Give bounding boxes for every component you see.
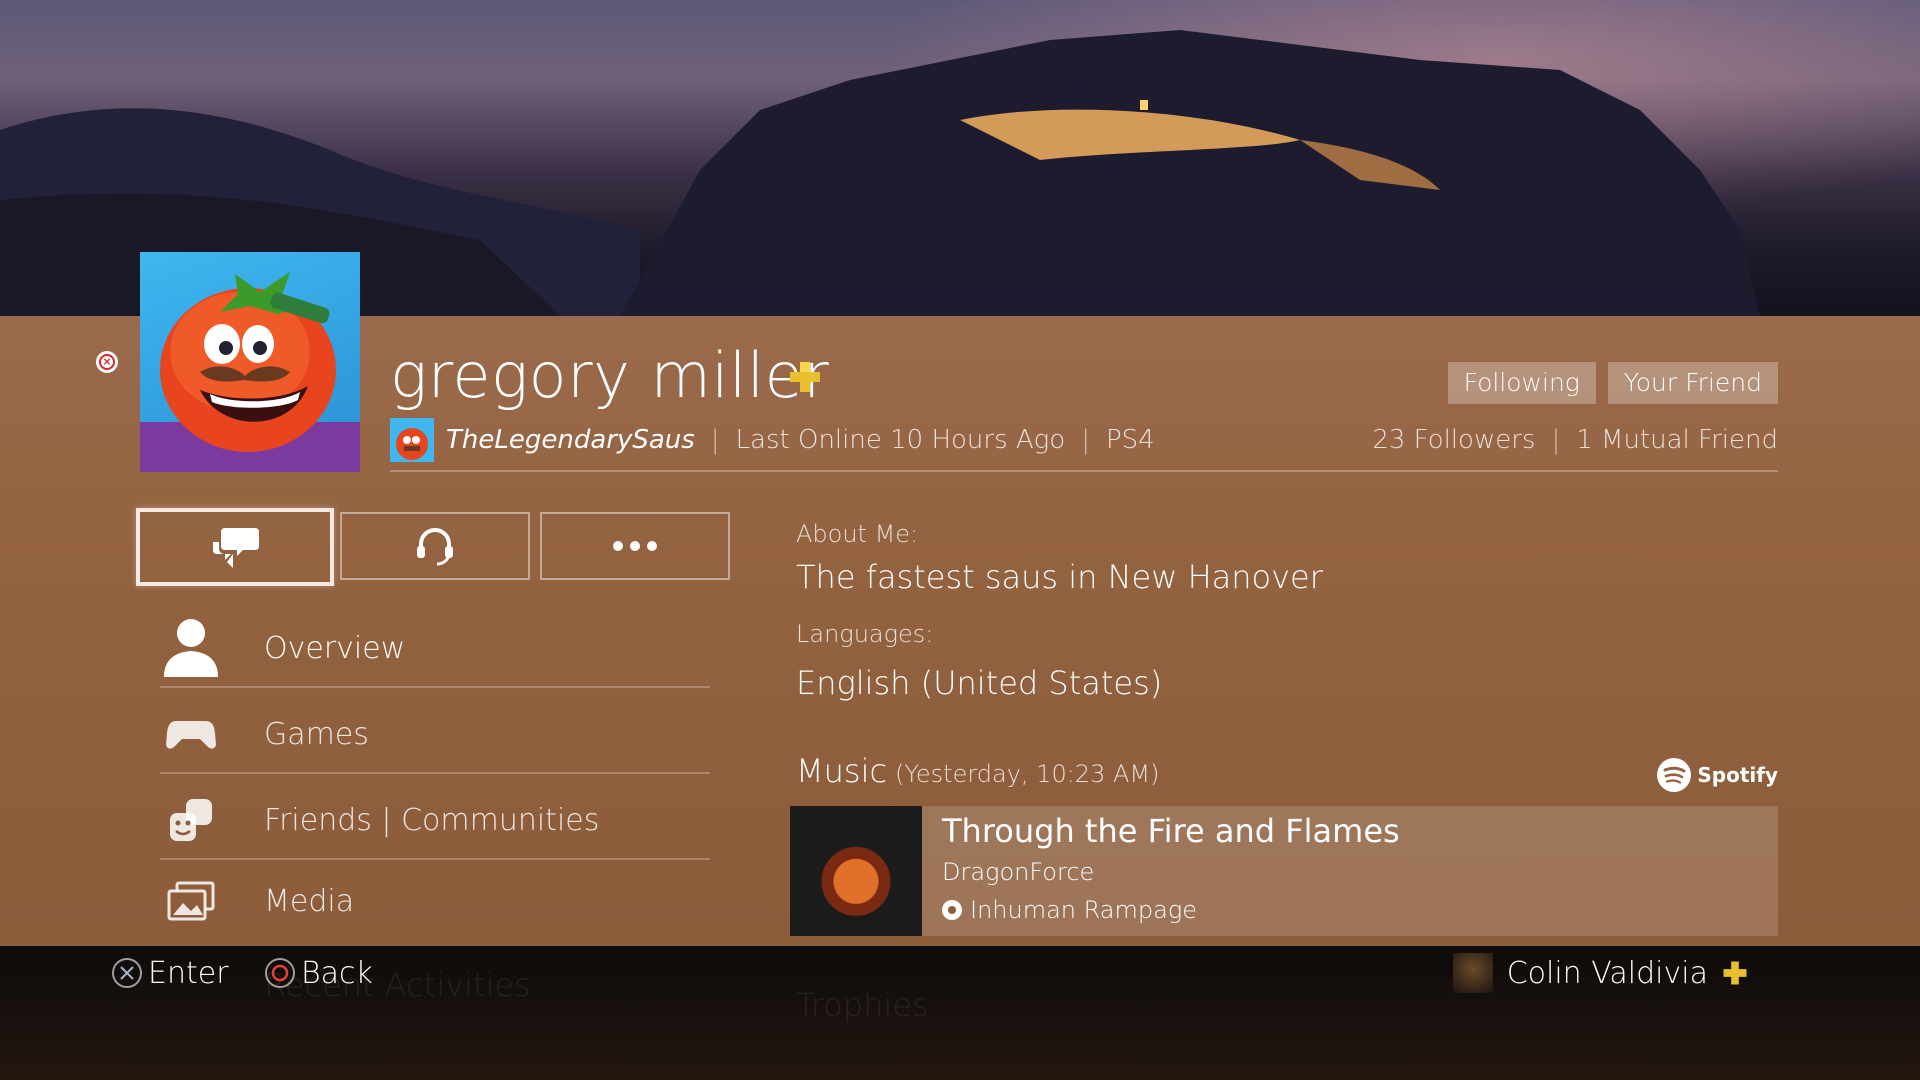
platform-text: PS4 bbox=[1105, 425, 1155, 455]
last-online-text: Last Online 10 Hours Ago bbox=[735, 425, 1066, 455]
user-avatar bbox=[1452, 953, 1493, 993]
header-divider bbox=[390, 470, 1778, 472]
languages-value: English (United States) bbox=[796, 664, 1163, 702]
album-icon bbox=[942, 900, 962, 920]
album-name: Inhuman Rampage bbox=[970, 896, 1197, 924]
about-me-label: About Me: bbox=[796, 520, 919, 548]
about-me-text: The fastest saus in New Hanover bbox=[796, 558, 1323, 596]
separator: | bbox=[1081, 425, 1090, 455]
profile-name: gregory miller bbox=[390, 339, 830, 412]
album-art bbox=[790, 806, 922, 936]
menu-divider bbox=[160, 686, 710, 688]
menu-item-label: Games bbox=[264, 716, 369, 752]
menu-item-media[interactable]: Media bbox=[160, 858, 710, 944]
music-track-card[interactable]: Through the Fire and Flames DragonForce … bbox=[790, 806, 1778, 936]
menu-item-friends-communities[interactable]: Friends | Communities bbox=[160, 777, 710, 863]
signed-in-user: Colin Valdivia bbox=[1452, 952, 1748, 994]
menu-divider bbox=[160, 772, 710, 774]
circle-button-icon bbox=[265, 958, 295, 988]
separator: | bbox=[1551, 425, 1561, 455]
online-id: TheLegendarySaus bbox=[446, 425, 695, 455]
spotify-logo: Spotify bbox=[1657, 758, 1778, 792]
mutual-friends-count: 1 Mutual Friend bbox=[1576, 425, 1778, 455]
menu-item-label: Media bbox=[264, 883, 355, 919]
followers-count: 23 Followers bbox=[1372, 425, 1536, 455]
back-hint-label: Back bbox=[301, 955, 373, 991]
headset-icon bbox=[417, 528, 453, 566]
voice-chat-button[interactable] bbox=[340, 512, 530, 580]
media-icon bbox=[167, 881, 215, 921]
message-button[interactable] bbox=[136, 508, 334, 586]
track-album: Inhuman Rampage bbox=[942, 896, 1197, 924]
controller-icon bbox=[166, 721, 216, 749]
spotify-icon bbox=[1657, 758, 1692, 792]
tomato-avatar-art bbox=[140, 272, 360, 472]
ghost-trophies-heading: Trophies bbox=[796, 986, 929, 1024]
more-options-icon bbox=[613, 541, 657, 551]
avatar bbox=[140, 252, 360, 472]
signed-in-username: Colin Valdivia bbox=[1506, 955, 1708, 991]
following-tag: Following bbox=[1447, 362, 1596, 404]
friend-tag: Your Friend bbox=[1607, 362, 1778, 404]
music-timestamp: (Yesterday, 10:23 AM) bbox=[895, 760, 1160, 788]
track-title: Through the Fire and Flames bbox=[942, 812, 1400, 850]
menu-item-overview[interactable]: Overview bbox=[160, 605, 710, 691]
languages-label: Languages: bbox=[796, 620, 934, 648]
ps-plus-icon bbox=[1723, 961, 1747, 985]
music-heading: Music (Yesterday, 10:23 AM) bbox=[796, 752, 1159, 790]
ps-plus-icon bbox=[790, 362, 820, 392]
blocked-status-icon: × bbox=[96, 351, 118, 373]
music-heading-label: Music bbox=[796, 752, 888, 790]
person-icon bbox=[164, 619, 218, 677]
menu-item-label: Overview bbox=[264, 630, 406, 666]
profile-subline: TheLegendarySaus | Last Online 10 Hours … bbox=[390, 418, 1155, 462]
track-artist: DragonForce bbox=[942, 858, 1095, 886]
more-options-button[interactable] bbox=[540, 512, 730, 580]
separator: | bbox=[710, 425, 720, 455]
relationship-tags: Following Your Friend bbox=[1447, 362, 1778, 404]
spotify-label: Spotify bbox=[1697, 763, 1778, 787]
friends-icon bbox=[170, 799, 212, 841]
cross-button-icon bbox=[112, 958, 142, 988]
menu-item-games[interactable]: Games bbox=[160, 691, 710, 777]
enter-hint: Enter bbox=[112, 952, 229, 994]
online-id-avatar bbox=[390, 418, 434, 462]
message-icon bbox=[213, 528, 259, 568]
back-hint: Back bbox=[265, 952, 373, 994]
followers-line: 23 Followers | 1 Mutual Friend bbox=[1372, 418, 1778, 462]
enter-hint-label: Enter bbox=[148, 955, 229, 991]
menu-item-label: Friends | Communities bbox=[264, 802, 600, 838]
